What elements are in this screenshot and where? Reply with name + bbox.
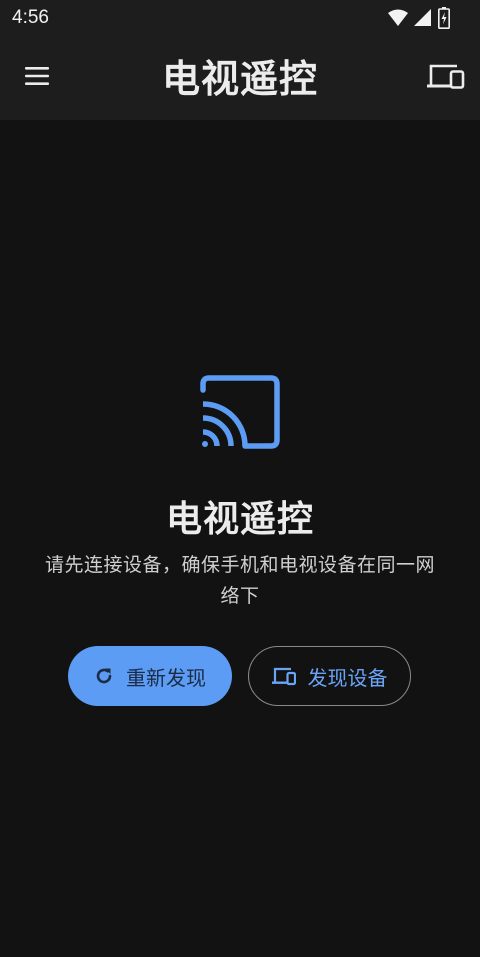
refresh-icon (94, 666, 114, 686)
status-time: 4:56 (12, 7, 49, 28)
wifi-icon (388, 9, 408, 27)
screen: 4:56 电视遥控 电视遥控 请先连接设备，确保手机和电视设备在同一网络下 重新… (0, 0, 480, 957)
app-bar: 电视遥控 (0, 36, 480, 120)
battery-charging-icon (438, 7, 450, 29)
status-bar: 4:56 (0, 0, 480, 36)
empty-state-description: 请先连接设备，确保手机和电视设备在同一网络下 (44, 554, 435, 607)
main-content: 电视遥控 请先连接设备，确保手机和电视设备在同一网络下 重新发现 发现设备 (0, 120, 480, 957)
devices-icon (271, 666, 296, 686)
devices-button[interactable] (418, 54, 474, 102)
discover-devices-label: 发现设备 (307, 665, 388, 690)
refresh-button-label: 重新发现 (126, 665, 206, 690)
page-title: 电视遥控 (161, 57, 318, 101)
discover-devices-button[interactable]: 发现设备 (248, 646, 411, 706)
status-icons (388, 6, 450, 30)
cast-icon (198, 374, 282, 450)
refresh-button[interactable]: 重新发现 (68, 646, 232, 706)
devices-icon (427, 62, 465, 94)
empty-state-title: 电视遥控 (165, 499, 314, 540)
signal-icon (414, 9, 432, 27)
